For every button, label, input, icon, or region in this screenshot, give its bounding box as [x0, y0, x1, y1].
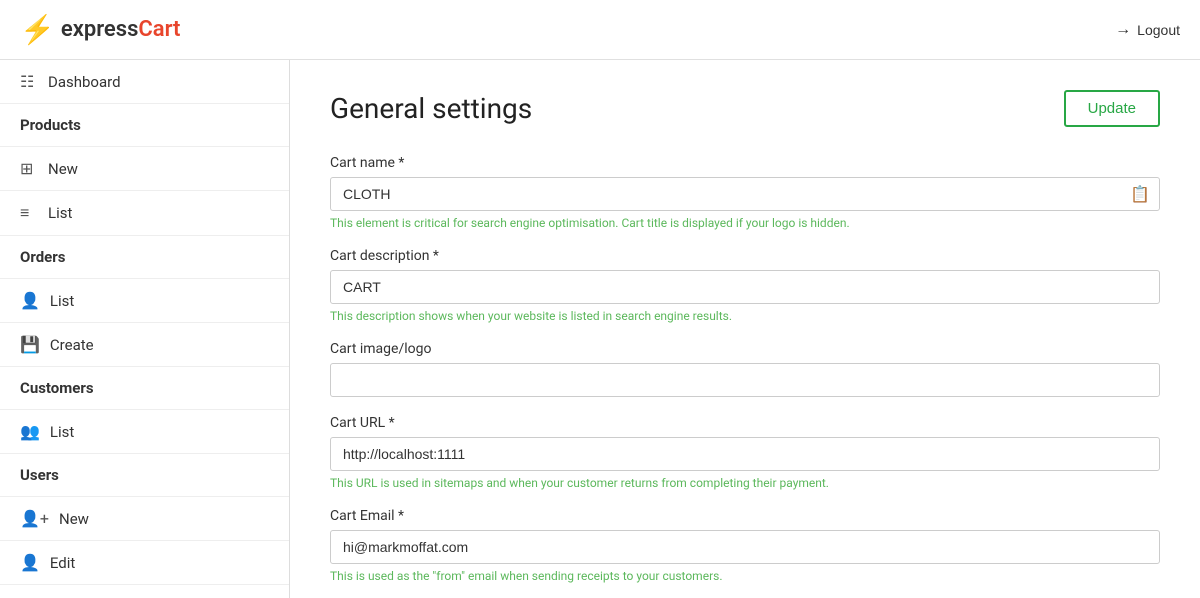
sidebar-customers-header: Customers	[0, 367, 289, 410]
sidebar-item-orders-list[interactable]: 👤 List	[0, 279, 289, 323]
cart-description-group: Cart description * This description show…	[330, 248, 1160, 323]
customers-icon: 👥	[20, 422, 40, 441]
cart-image-input[interactable]	[330, 363, 1160, 397]
update-button[interactable]: Update	[1064, 90, 1160, 127]
sidebar-dashboard-label: Dashboard	[48, 73, 121, 91]
cart-email-hint: This is used as the "from" email when se…	[330, 569, 1160, 583]
sidebar-item-users-new[interactable]: 👤+ New	[0, 497, 289, 541]
cart-email-group: Cart Email * This is used as the "from" …	[330, 508, 1160, 583]
sidebar-products-header: Products	[0, 104, 289, 147]
list-icon: ≡	[20, 203, 38, 223]
sidebar-item-products-new[interactable]: ⊞ New	[0, 147, 289, 191]
cart-name-group: Cart name * 📋 This element is critical f…	[330, 155, 1160, 230]
cart-image-group: Cart image/logo	[330, 341, 1160, 397]
navbar: ⚡ expressCart → Logout	[0, 0, 1200, 60]
copy-icon: 📋	[1130, 185, 1150, 204]
cart-description-label: Cart description *	[330, 248, 1160, 264]
cart-url-hint: This URL is used in sitemaps and when yo…	[330, 476, 1160, 490]
brand-express: express	[61, 17, 139, 42]
cart-description-input[interactable]	[330, 270, 1160, 304]
sidebar-products-new-label: New	[48, 160, 78, 178]
user-plus-icon: 👤+	[20, 509, 49, 528]
content-header: General settings Update	[330, 90, 1160, 127]
create-icon: 💾	[20, 335, 40, 354]
cart-email-label: Cart Email *	[330, 508, 1160, 524]
cart-description-hint: This description shows when your website…	[330, 309, 1160, 323]
sidebar-item-orders-create[interactable]: 💾 Create	[0, 323, 289, 367]
sidebar-products-list-label: List	[48, 204, 72, 222]
cart-name-input-wrapper: 📋	[330, 177, 1160, 211]
cart-image-label: Cart image/logo	[330, 341, 1160, 357]
sidebar-users-header: Users	[0, 454, 289, 497]
content-area: General settings Update Cart name * 📋 Th…	[290, 60, 1200, 598]
brand-name: expressCart	[61, 17, 181, 42]
sidebar-item-dashboard[interactable]: ☷ Dashboard	[0, 60, 289, 104]
logout-button[interactable]: → Logout	[1115, 21, 1180, 39]
sidebar-orders-create-label: Create	[50, 336, 94, 354]
sidebar-orders-header: Orders	[0, 236, 289, 279]
brand-cart: Cart	[138, 17, 180, 42]
sidebar-item-customers-list[interactable]: 👥 List	[0, 410, 289, 454]
brand-logo[interactable]: ⚡ expressCart	[20, 16, 180, 44]
orders-list-icon: 👤	[20, 291, 40, 310]
sidebar-customers-list-label: List	[50, 423, 74, 441]
logout-icon: →	[1115, 21, 1131, 39]
sidebar-users-edit-label: Edit	[50, 554, 75, 572]
sidebar-item-products-list[interactable]: ≡ List	[0, 191, 289, 236]
sidebar: ☷ Dashboard Products ⊞ New ≡ List Orders…	[0, 60, 290, 598]
cart-url-group: Cart URL * This URL is used in sitemaps …	[330, 415, 1160, 490]
user-edit-icon: 👤	[20, 553, 40, 572]
cart-email-input[interactable]	[330, 530, 1160, 564]
main-layout: ☷ Dashboard Products ⊞ New ≡ List Orders…	[0, 60, 1200, 598]
plus-icon: ⊞	[20, 159, 38, 178]
sidebar-orders-list-label: List	[50, 292, 74, 310]
cart-name-label: Cart name *	[330, 155, 1160, 171]
cart-url-label: Cart URL *	[330, 415, 1160, 431]
sidebar-users-new-label: New	[59, 510, 89, 528]
dashboard-icon: ☷	[20, 72, 38, 91]
sidebar-item-users-edit[interactable]: 👤 Edit	[0, 541, 289, 585]
cart-url-input[interactable]	[330, 437, 1160, 471]
cart-name-hint: This element is critical for search engi…	[330, 216, 1160, 230]
cart-name-input[interactable]	[330, 177, 1160, 211]
page-title: General settings	[330, 92, 532, 125]
logout-label: Logout	[1137, 22, 1180, 38]
brand-icon: ⚡	[20, 16, 55, 44]
